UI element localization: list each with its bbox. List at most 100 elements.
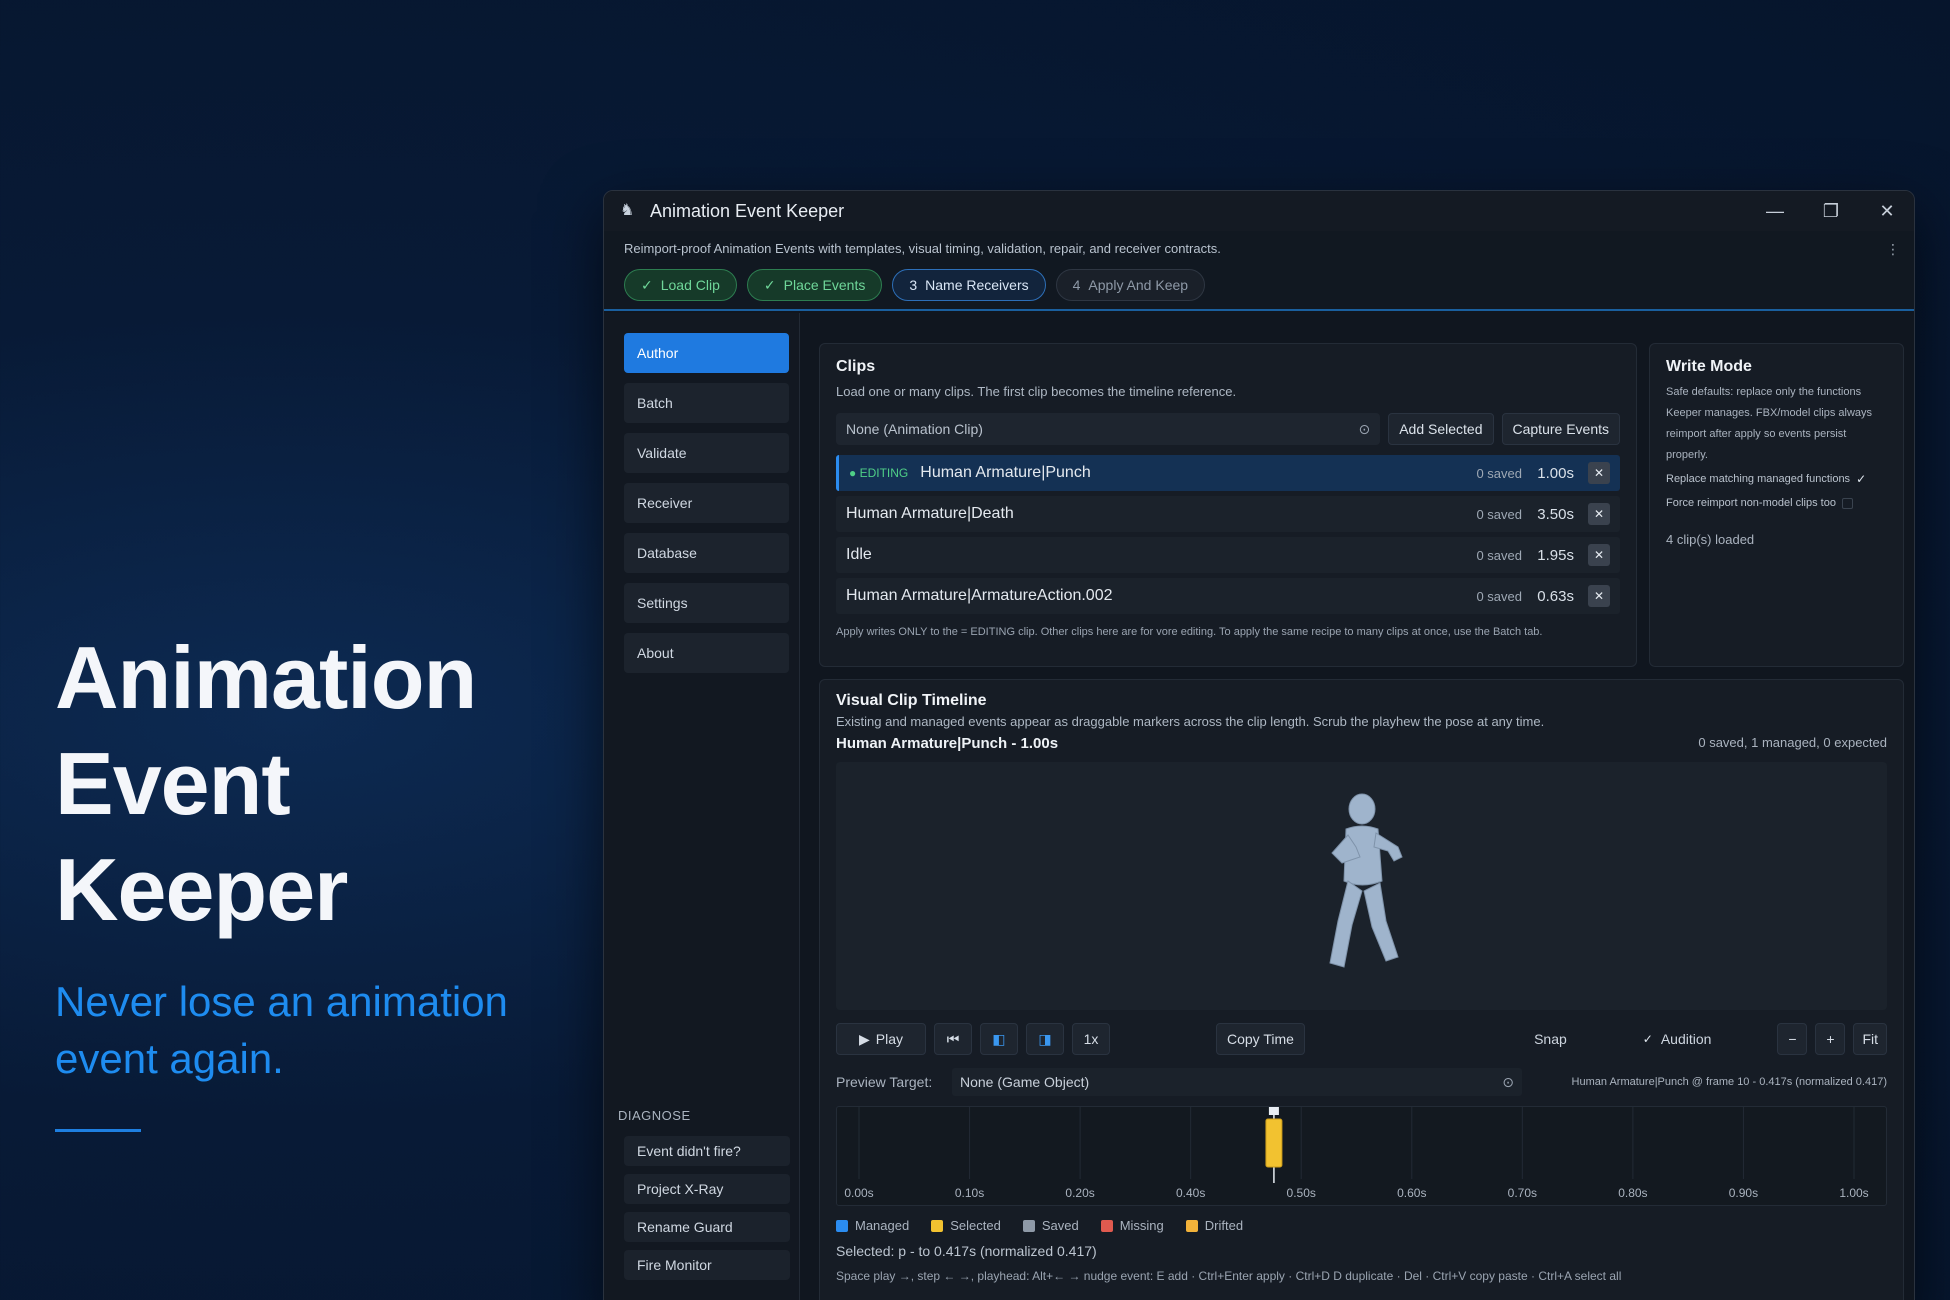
prev-frame-icon: ◧	[992, 1030, 1006, 1047]
legend-saved: Saved	[1022, 1218, 1079, 1233]
prev-frame-button[interactable]: ◧	[980, 1023, 1018, 1055]
pose-preview-viewport[interactable]	[836, 762, 1887, 1010]
step-name-receivers[interactable]: 3 Name Receivers	[892, 269, 1046, 301]
app-window: ♞ Animation Event Keeper — ❐ ✕ Reimport-…	[603, 190, 1915, 1300]
clip-row[interactable]: ● EDITING Human Armature|Punch 0 saved 1…	[836, 455, 1620, 491]
hero: Animation Event Keeper Never lose an ani…	[55, 625, 595, 1132]
preview-target-value: None (Game Object)	[960, 1074, 1090, 1090]
clip-row[interactable]: Human Armature|ArmatureAction.002 0 save…	[836, 578, 1620, 614]
step-back-button[interactable]: ⏮	[934, 1023, 972, 1055]
preview-target-label: Preview Target:	[836, 1074, 933, 1090]
snap-toggle[interactable]: Snap	[1534, 1031, 1567, 1047]
step-load-clip[interactable]: ✓ Load Clip	[624, 269, 737, 301]
sidebar-item-validate[interactable]: Validate	[624, 433, 789, 473]
event-track[interactable]: 0.00s 0.10s 0.20s 0.40s 0.50s 0.60s 0.70s 0.80s…	[836, 1106, 1887, 1206]
clips-description: Load one or many clips. The first clip b…	[836, 384, 1237, 399]
remove-clip-icon[interactable]: ✕	[1588, 544, 1610, 566]
clip-duration: 3.50s	[1537, 505, 1574, 523]
clip-saved-count: 0 saved	[1476, 465, 1522, 481]
zoom-in-button[interactable]: +	[1815, 1023, 1846, 1055]
editing-badge-label: EDITING	[859, 466, 909, 480]
diagnose-list: Event didn't fire? Project X-Ray Rename …	[624, 1136, 790, 1280]
clip-duration: 0.63s	[1537, 587, 1574, 605]
legend-missing: Missing	[1100, 1218, 1164, 1233]
tick-label: 0.90s	[1729, 1186, 1758, 1200]
hero-subtitle: Never lose an animation event again.	[55, 973, 595, 1087]
write-mode-panel: Write Mode Safe defaults: replace only t…	[1649, 343, 1904, 667]
object-picker-icon[interactable]: ⊙	[1502, 1074, 1514, 1091]
tick-label: 0.40s	[1176, 1186, 1205, 1200]
diagnose-rename-guard[interactable]: Rename Guard	[624, 1212, 790, 1242]
clips-panel: Clips Load one or many clips. The first …	[819, 343, 1637, 667]
title-bar: ♞ Animation Event Keeper — ❐ ✕	[604, 191, 1914, 231]
step-apply-and-keep[interactable]: 4 Apply And Keep	[1055, 269, 1206, 301]
playhead-handle[interactable]	[1268, 1107, 1279, 1115]
sidebar-item-settings[interactable]: Settings	[624, 583, 789, 623]
option-label: Replace matching managed functions	[1666, 473, 1851, 485]
next-frame-icon: ◨	[1038, 1030, 1052, 1047]
swatch	[1022, 1219, 1035, 1232]
step-place-events[interactable]: ✓ Place Events	[746, 269, 883, 301]
event-marker[interactable]	[1265, 1118, 1283, 1168]
object-picker-icon[interactable]: ⊙	[1358, 421, 1370, 438]
legend-selected: Selected	[931, 1218, 1001, 1233]
remove-clip-icon[interactable]: ✕	[1588, 462, 1610, 484]
sidebar-item-about[interactable]: About	[624, 633, 789, 673]
copy-time-button[interactable]: Copy Time	[1216, 1023, 1305, 1055]
sidebar-item-batch[interactable]: Batch	[624, 383, 789, 423]
play-button[interactable]: ▶ Play	[836, 1023, 926, 1055]
swatch	[931, 1219, 944, 1232]
timeline-panel: Visual Clip Timeline Existing and manage…	[819, 679, 1904, 1300]
clip-row[interactable]: Idle 0 saved 1.95s ✕	[836, 537, 1620, 573]
audition-toggle[interactable]: Audition	[1661, 1031, 1712, 1047]
clip-row[interactable]: Human Armature|Death 0 saved 3.50s ✕	[836, 496, 1620, 532]
force-reimport-toggle[interactable]: Force reimport non-model clips too	[1666, 492, 1887, 514]
sidebar-item-author[interactable]: Author	[624, 333, 789, 373]
hero-subtitle-line1: Never lose an animation	[55, 978, 508, 1025]
tick-label: 0.70s	[1508, 1186, 1537, 1200]
diagnose-event-didnt-fire[interactable]: Event didn't fire?	[624, 1136, 790, 1166]
diagnose-fire-monitor[interactable]: Fire Monitor	[624, 1250, 790, 1280]
fit-button[interactable]: Fit	[1853, 1023, 1887, 1055]
restore-icon[interactable]: ❐	[1820, 201, 1842, 222]
swatch	[1100, 1219, 1113, 1232]
hero-title: Animation Event Keeper	[55, 625, 595, 943]
remove-clip-icon[interactable]: ✕	[1588, 585, 1610, 607]
window-title: Animation Event Keeper	[650, 200, 845, 221]
app-logo-icon: ♞	[620, 202, 635, 219]
selected-event-info: Selected: p - to 0.417s (normalized 0.41…	[836, 1243, 1097, 1259]
check-icon: ✓	[641, 276, 653, 293]
step-number: 3	[909, 277, 918, 293]
write-mode-title: Write Mode	[1666, 358, 1752, 375]
diagnose-header: DIAGNOSE	[618, 1108, 691, 1123]
close-icon[interactable]: ✕	[1876, 201, 1898, 222]
sidebar: Author Batch Validate Receiver Database …	[604, 313, 800, 1300]
diagnose-project-xray[interactable]: Project X-Ray	[624, 1174, 790, 1204]
preview-target-field[interactable]: None (Game Object) ⊙	[952, 1068, 1522, 1096]
sidebar-item-receiver[interactable]: Receiver	[624, 483, 789, 523]
zoom-out-button[interactable]: −	[1777, 1023, 1808, 1055]
wizard-steps: ✓ Load Clip ✓ Place Events 3 Name Receiv…	[624, 269, 1894, 301]
step-label: Name Receivers	[925, 277, 1029, 293]
next-frame-button[interactable]: ◨	[1026, 1023, 1064, 1055]
sidebar-item-database[interactable]: Database	[624, 533, 789, 573]
clip-field-value: None (Animation Clip)	[846, 421, 983, 437]
animation-clip-field[interactable]: None (Animation Clip) ⊙	[836, 413, 1381, 445]
tick-label: 0.00s	[844, 1186, 873, 1200]
character-figure	[1328, 793, 1403, 968]
add-selected-button[interactable]: Add Selected	[1388, 413, 1494, 445]
sidebar-nav: Author Batch Validate Receiver Database …	[604, 313, 799, 673]
hero-subtitle-line2: event again.	[55, 1035, 284, 1082]
hero-title-line2: Event Keeper	[55, 734, 348, 939]
step-label: Place Events	[783, 277, 866, 293]
hero-title-line1: Animation	[55, 628, 477, 727]
clips-note: Apply writes ONLY to the = EDITING clip.…	[836, 626, 1543, 638]
more-options-icon[interactable]: ⋮	[1886, 241, 1900, 258]
capture-events-button[interactable]: Capture Events	[1501, 413, 1620, 445]
remove-clip-icon[interactable]: ✕	[1588, 503, 1610, 525]
replace-managed-toggle[interactable]: Replace matching managed functions ✓	[1666, 468, 1887, 490]
clip-duration: 1.00s	[1537, 464, 1574, 482]
legend-label: Managed	[855, 1218, 910, 1233]
speed-button[interactable]: 1x	[1072, 1023, 1110, 1055]
minimize-icon[interactable]: —	[1764, 201, 1786, 222]
